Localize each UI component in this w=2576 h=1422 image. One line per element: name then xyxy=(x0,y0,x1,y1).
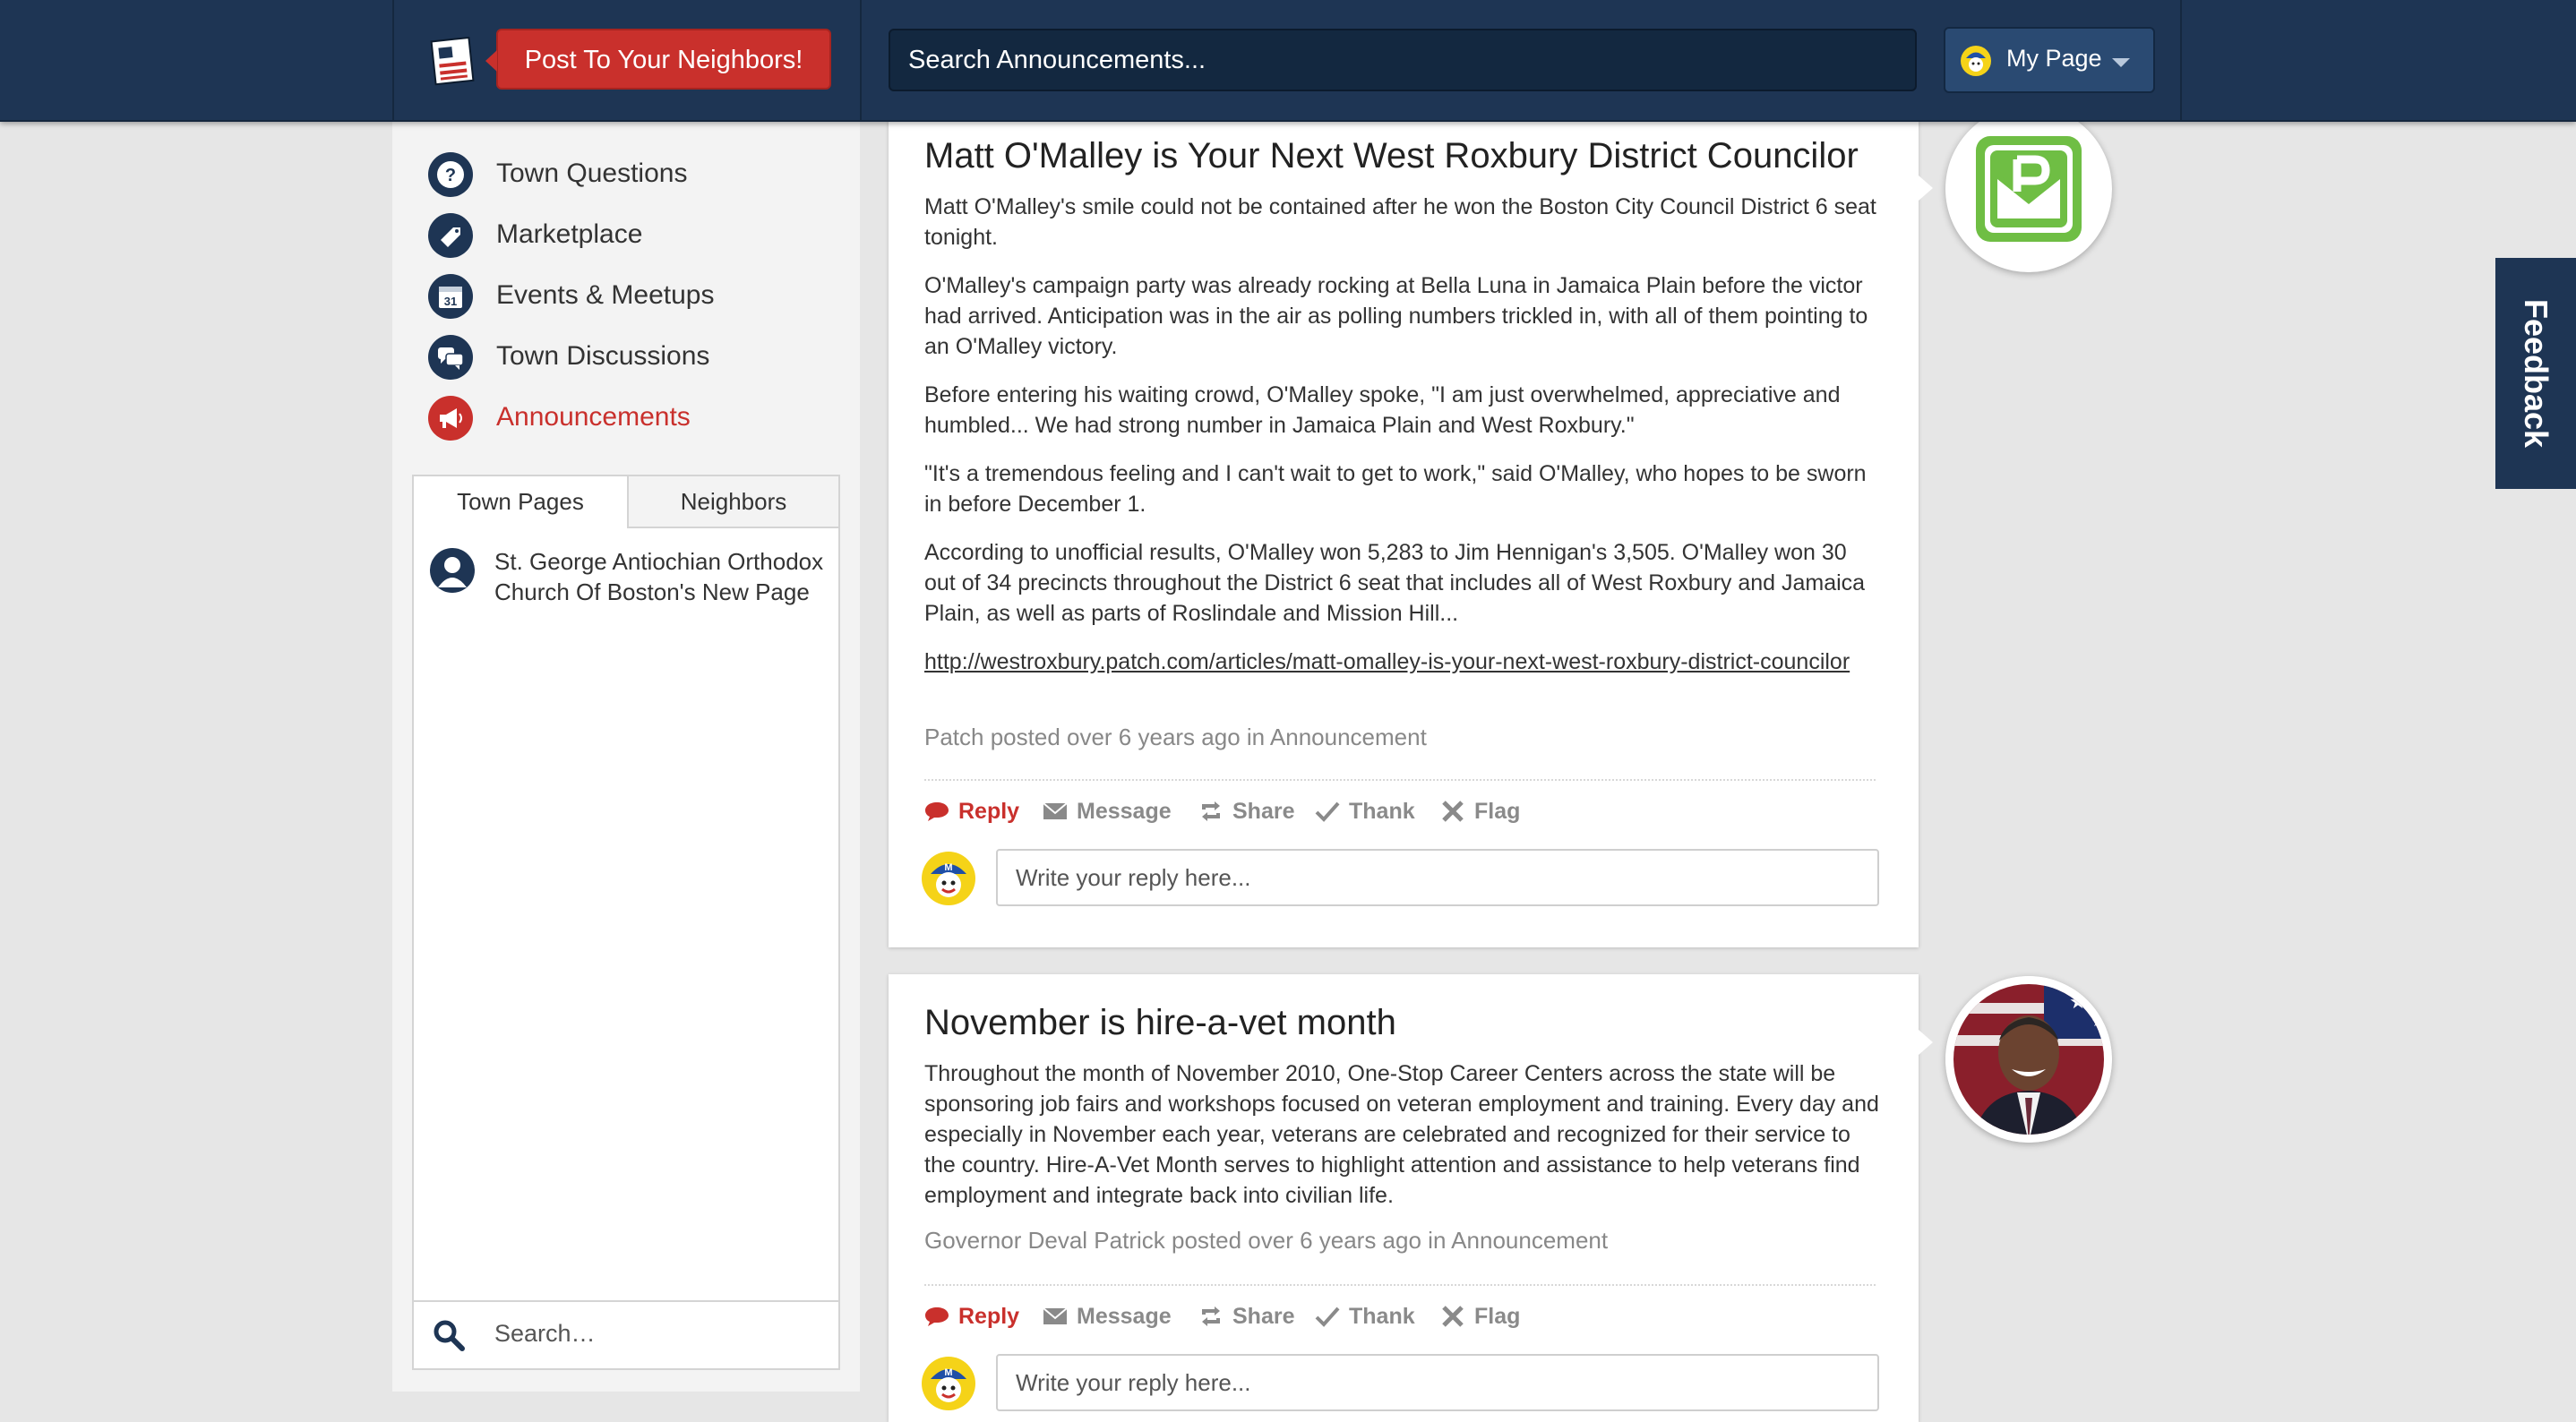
calendar-icon: 31 xyxy=(428,274,473,319)
site-logo-icon[interactable] xyxy=(430,34,477,86)
post-body: Matt O'Malley's smile could not be conta… xyxy=(924,192,1883,695)
x-mark-icon xyxy=(1442,1306,1464,1327)
my-page-label: My Page xyxy=(2006,45,2102,72)
panel-search[interactable]: Search… xyxy=(414,1300,838,1368)
my-page-dropdown[interactable]: My Page xyxy=(1944,27,2155,93)
feedback-tab[interactable]: Feedback xyxy=(2495,258,2576,489)
svg-text:M: M xyxy=(944,862,952,873)
question-icon: ? xyxy=(428,152,473,197)
nav-label: Events & Meetups xyxy=(496,280,715,310)
post-paragraph: O'Malley's campaign party was already ro… xyxy=(924,273,1868,359)
nav-label: Town Questions xyxy=(496,158,688,188)
post-paragraph: "It's a tremendous feeling and I can't w… xyxy=(924,461,1867,517)
person-icon xyxy=(430,548,475,593)
post-title: Matt O'Malley is Your Next West Roxbury … xyxy=(924,136,1859,176)
feedback-label: Feedback xyxy=(2518,298,2555,449)
chat-bubbles-icon xyxy=(428,335,473,380)
nav-label: Town Discussions xyxy=(496,341,710,371)
reply-row: M Write your reply here... xyxy=(921,1354,1879,1413)
post-meta: Governor Deval Patrick posted over 6 yea… xyxy=(924,1227,1609,1254)
top-bar: Post To Your Neighbors! Search Announcem… xyxy=(0,0,2576,122)
tag-icon xyxy=(428,213,473,258)
chevron-down-icon xyxy=(2112,58,2130,67)
panel-search-input[interactable]: Search… xyxy=(494,1320,596,1348)
patch-logo-avatar[interactable] xyxy=(1945,106,2112,272)
post-paragraph: According to unofficial results, O'Malle… xyxy=(924,540,1866,626)
search-icon xyxy=(432,1318,466,1352)
user-avatar-small xyxy=(1960,45,1992,77)
svg-text:31: 31 xyxy=(444,295,457,308)
share-arrows-icon xyxy=(1202,801,1220,821)
page-name: St. George Antiochian Orthodox Church Of… xyxy=(494,548,824,605)
post-body: Throughout the month of November 2010, O… xyxy=(924,1058,1883,1229)
envelope-icon xyxy=(1043,802,1068,819)
post-paragraph: Throughout the month of November 2010, O… xyxy=(924,1061,1879,1208)
divider xyxy=(924,1284,1876,1286)
post-paragraph: Before entering his waiting crowd, O'Mal… xyxy=(924,382,1841,438)
left-sidebar: ? Town Questions Marketplace 31 Events &… xyxy=(392,120,860,1392)
post-meta: Patch posted over 6 years ago in Announc… xyxy=(924,724,1427,750)
announcement-post: November is hire-a-vet month Throughout … xyxy=(889,974,1933,1422)
pages-panel: Town Pages Neighbors St. George Antiochi… xyxy=(412,475,840,1370)
svg-text:?: ? xyxy=(445,166,456,185)
post-actions: Reply Message Share Thank Flag xyxy=(924,793,1641,829)
post-to-neighbors-button[interactable]: Post To Your Neighbors! xyxy=(485,29,831,90)
announcement-post: Matt O'Malley is Your Next West Roxbury … xyxy=(889,120,1933,947)
tab-neighbors[interactable]: Neighbors xyxy=(629,476,838,527)
post-paragraph: Matt O'Malley's smile could not be conta… xyxy=(924,194,1876,250)
svg-text:M: M xyxy=(944,1367,952,1378)
speech-bubble-icon xyxy=(925,802,949,821)
share-arrows-icon xyxy=(1202,1306,1220,1326)
nav-label: Announcements xyxy=(496,402,691,432)
tab-town-pages[interactable]: Town Pages xyxy=(414,476,629,528)
x-mark-icon xyxy=(1442,801,1464,822)
divider xyxy=(924,779,1876,781)
topbar-divider-left xyxy=(392,0,394,120)
user-avatar: M xyxy=(921,1356,976,1411)
user-avatar: M xyxy=(921,851,976,906)
reply-row: M Write your reply here... xyxy=(921,849,1879,908)
reply-input[interactable]: Write your reply here... xyxy=(996,1354,1879,1411)
envelope-icon xyxy=(1043,1307,1068,1324)
post-title: November is hire-a-vet month xyxy=(924,1003,1396,1042)
speech-bubble-icon xyxy=(925,1307,949,1326)
checkmark-icon xyxy=(1315,1306,1340,1327)
checkmark-icon xyxy=(1315,801,1340,822)
post-link[interactable]: http://westroxbury.patch.com/articles/ma… xyxy=(924,649,1850,674)
topbar-divider-mid xyxy=(860,0,862,120)
panel-tabs: Town Pages Neighbors xyxy=(414,476,838,528)
reply-input[interactable]: Write your reply here... xyxy=(996,849,1879,906)
megaphone-icon xyxy=(428,396,473,441)
search-announcements-input[interactable]: Search Announcements... xyxy=(889,29,1917,91)
post-actions: Reply Message Share Thank Flag xyxy=(924,1298,1641,1334)
nav-label: Marketplace xyxy=(496,219,643,249)
topbar-divider-right xyxy=(2180,0,2182,120)
governor-photo-avatar[interactable]: ★ ★ xyxy=(1945,976,2112,1143)
